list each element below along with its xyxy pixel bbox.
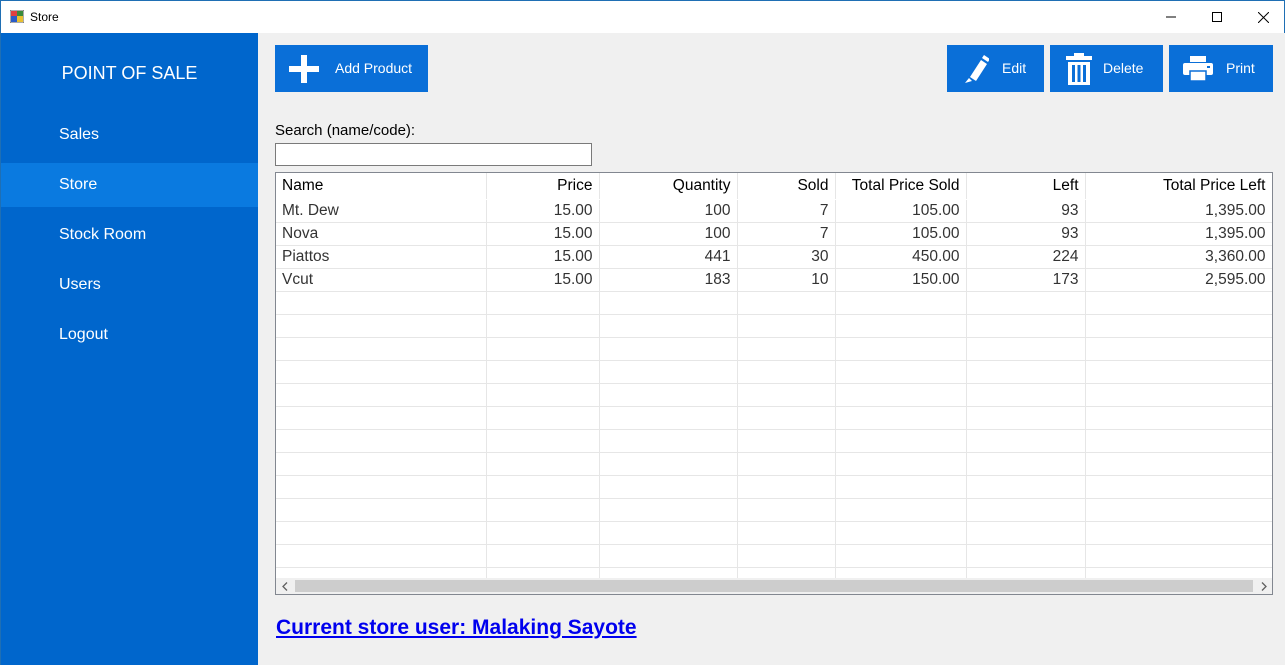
- title-bar: Store: [1, 1, 1284, 33]
- app-icon: [10, 10, 24, 23]
- cell-total-price-sold: 105.00: [835, 199, 967, 223]
- column-header-quantity[interactable]: Quantity: [599, 173, 738, 200]
- empty-row: [276, 521, 1272, 545]
- maximize-button[interactable]: [1194, 1, 1240, 33]
- add-product-button[interactable]: Add Product: [275, 45, 428, 92]
- print-label: Print: [1226, 60, 1255, 76]
- minimize-icon: [1166, 16, 1176, 18]
- scroll-right-button[interactable]: [1255, 578, 1272, 594]
- maximize-icon: [1212, 12, 1222, 22]
- cell-name: Nova: [276, 222, 487, 246]
- minimize-button[interactable]: [1148, 1, 1194, 33]
- table-row[interactable]: Mt. Dew 15.00 100 7 105.00 93 1,395.00: [276, 199, 1272, 223]
- cell-quantity: 100: [599, 199, 738, 223]
- cell-sold: 10: [737, 268, 836, 292]
- column-header-left[interactable]: Left: [966, 173, 1086, 200]
- chevron-left-icon: [281, 581, 287, 591]
- search-label: Search (name/code):: [275, 122, 416, 139]
- add-product-label: Add Product: [335, 60, 413, 76]
- empty-row: [276, 544, 1272, 568]
- store-window: Store POINT OF SALE Sales Store Stock Ro…: [0, 0, 1285, 665]
- trash-icon: [1066, 53, 1092, 85]
- cell-total-price-left: 2,595.00: [1085, 268, 1272, 292]
- horizontal-scrollbar[interactable]: [276, 578, 1272, 594]
- cell-price: 15.00: [486, 268, 600, 292]
- cell-price: 15.00: [486, 199, 600, 223]
- cell-name: Vcut: [276, 268, 487, 292]
- cell-quantity: 183: [599, 268, 738, 292]
- cell-price: 15.00: [486, 245, 600, 269]
- cell-sold: 7: [737, 222, 836, 246]
- window-title: Store: [30, 10, 59, 24]
- empty-row: [276, 360, 1272, 384]
- column-header-sold[interactable]: Sold: [737, 173, 836, 200]
- plus-icon: [289, 55, 319, 83]
- search-input[interactable]: [275, 143, 592, 166]
- column-header-total-price-left[interactable]: Total Price Left: [1085, 173, 1272, 200]
- cell-sold: 7: [737, 199, 836, 223]
- sidebar-item-logout[interactable]: Logout: [1, 313, 258, 357]
- cell-quantity: 441: [599, 245, 738, 269]
- cell-total-price-left: 1,395.00: [1085, 199, 1272, 223]
- empty-row: [276, 383, 1272, 407]
- products-grid[interactable]: Name Price Quantity Sold Total Price Sol…: [275, 172, 1273, 595]
- printer-icon: [1183, 56, 1213, 82]
- edit-button[interactable]: Edit: [947, 45, 1044, 92]
- close-button[interactable]: [1240, 1, 1285, 33]
- delete-button[interactable]: Delete: [1050, 45, 1163, 92]
- close-icon: [1257, 11, 1269, 23]
- products-table: Name Price Quantity Sold Total Price Sol…: [276, 173, 1272, 578]
- empty-row: [276, 498, 1272, 522]
- cell-left: 173: [966, 268, 1086, 292]
- sidebar-item-store[interactable]: Store: [1, 163, 258, 207]
- pencil-icon: [965, 55, 989, 83]
- cell-left: 224: [966, 245, 1086, 269]
- empty-row: [276, 314, 1272, 338]
- cell-left: 93: [966, 199, 1086, 223]
- table-row[interactable]: Vcut 15.00 183 10 150.00 173 2,595.00: [276, 268, 1272, 292]
- sidebar-item-sales[interactable]: Sales: [1, 113, 258, 157]
- table-row[interactable]: Nova 15.00 100 7 105.00 93 1,395.00: [276, 222, 1272, 246]
- cell-name: Mt. Dew: [276, 199, 487, 223]
- brand-title: POINT OF SALE: [61, 63, 198, 83]
- cell-total-price-left: 3,360.00: [1085, 245, 1272, 269]
- empty-row: [276, 475, 1272, 499]
- cell-total-price-sold: 150.00: [835, 268, 967, 292]
- cell-price: 15.00: [486, 222, 600, 246]
- scroll-left-button[interactable]: [276, 578, 293, 594]
- table-header-row: Name Price Quantity Sold Total Price Sol…: [276, 173, 1272, 200]
- cell-left: 93: [966, 222, 1086, 246]
- cell-quantity: 100: [599, 222, 738, 246]
- empty-row: [276, 452, 1272, 476]
- main-content: Add Product Edit Delete Print Search (na…: [258, 33, 1285, 665]
- empty-row: [276, 337, 1272, 361]
- delete-label: Delete: [1103, 60, 1144, 76]
- current-user-link[interactable]: Current store user: Malaking Sayote: [276, 616, 637, 640]
- column-header-total-price-sold[interactable]: Total Price Sold: [835, 173, 967, 200]
- column-header-name[interactable]: Name: [276, 173, 487, 200]
- empty-row: [276, 291, 1272, 315]
- empty-row: [276, 406, 1272, 430]
- sidebar-item-stock-room[interactable]: Stock Room: [1, 213, 258, 257]
- cell-total-price-sold: 450.00: [835, 245, 967, 269]
- empty-row: [276, 429, 1272, 453]
- sidebar-item-users[interactable]: Users: [1, 263, 258, 307]
- cell-sold: 30: [737, 245, 836, 269]
- print-button[interactable]: Print: [1169, 45, 1273, 92]
- cell-total-price-sold: 105.00: [835, 222, 967, 246]
- scrollbar-thumb[interactable]: [295, 580, 1253, 592]
- empty-row: [276, 567, 1272, 578]
- cell-total-price-left: 1,395.00: [1085, 222, 1272, 246]
- cell-name: Piattos: [276, 245, 487, 269]
- column-header-price[interactable]: Price: [486, 173, 600, 200]
- edit-label: Edit: [1002, 60, 1027, 76]
- table-row[interactable]: Piattos 15.00 441 30 450.00 224 3,360.00: [276, 245, 1272, 269]
- sidebar: POINT OF SALE Sales Store Stock Room Use…: [1, 33, 258, 665]
- chevron-right-icon: [1261, 581, 1267, 591]
